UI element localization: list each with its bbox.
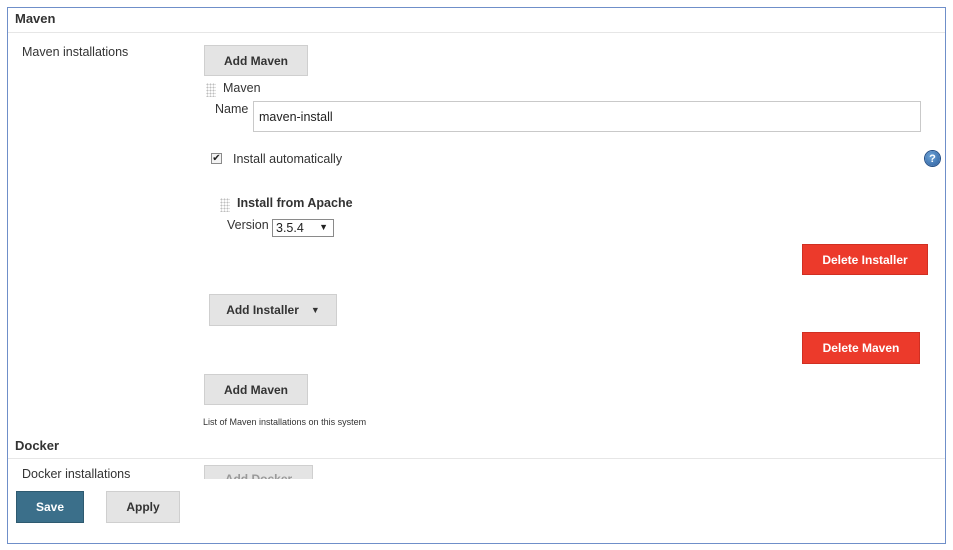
docker-section-title: Docker [15, 438, 60, 453]
add-maven-button-top[interactable]: Add Maven [204, 45, 308, 76]
version-select-value: 3.5.4 [276, 221, 304, 235]
add-installer-button[interactable]: Add Installer ▼ [209, 294, 337, 326]
maven-installations-label: Maven installations [22, 45, 129, 59]
version-label: Version [227, 218, 269, 232]
maven-installation-header: Maven [223, 81, 261, 95]
delete-maven-button[interactable]: Delete Maven [802, 332, 920, 364]
add-maven-button-bottom[interactable]: Add Maven [204, 374, 308, 405]
delete-installer-button[interactable]: Delete Installer [802, 244, 928, 275]
install-automatically-checkbox[interactable]: ✔ [211, 153, 222, 164]
maven-section-title: Maven [15, 11, 56, 26]
maven-name-input[interactable] [253, 101, 921, 132]
add-installer-label: Add Installer [226, 303, 299, 317]
installer-title: Install from Apache [237, 196, 353, 210]
config-panel: Maven Maven installations Add Maven Mave… [7, 7, 946, 544]
version-select[interactable]: 3.5.4 ▼ [272, 219, 334, 237]
help-icon[interactable]: ? [925, 151, 940, 166]
docker-section-header: Docker [8, 433, 945, 459]
chevron-down-icon: ▼ [310, 305, 320, 315]
name-label: Name [215, 102, 249, 116]
maven-installations-help-text: List of Maven installations on this syst… [203, 417, 367, 427]
drag-handle-icon[interactable] [206, 83, 216, 97]
apply-button[interactable]: Apply [106, 491, 180, 523]
dropdown-arrow-icon: ▼ [319, 222, 328, 232]
install-automatically-label: Install automatically [233, 152, 343, 166]
maven-section-header: Maven [8, 8, 945, 33]
save-button[interactable]: Save [16, 491, 84, 523]
footer-bar: Save Apply [8, 479, 945, 543]
installer-drag-handle-icon[interactable] [220, 198, 230, 212]
